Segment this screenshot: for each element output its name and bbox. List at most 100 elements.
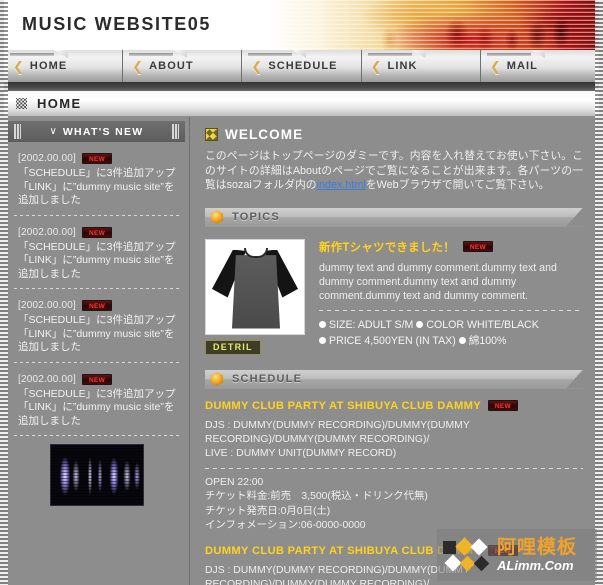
event-title: DUMMY CLUB PARTY AT SHIBUYA CLUB DAMMY: [205, 399, 481, 412]
chevron-left-icon: ❮: [13, 58, 24, 74]
hexagon-icon: [210, 372, 224, 386]
nav-item-mail[interactable]: ❮ MAIL: [480, 50, 600, 82]
tshirt-image: [205, 238, 305, 335]
checkered-square-icon: [205, 128, 218, 141]
topics-section-header: TOPICS: [205, 207, 583, 227]
schedule-section-header: SCHEDULE: [205, 369, 583, 389]
site-header: MUSIC WEBSITE05: [4, 0, 599, 50]
status-badge: [82, 300, 113, 312]
watermark-logo-icon: [441, 535, 493, 575]
header-banner-image: [269, 0, 599, 50]
divider: [205, 467, 583, 469]
list-item[interactable]: [2002.00.00] 「SCHEDULE」に3件追加アップ「LINK」に”d…: [8, 222, 185, 282]
left-dotted-rail: [0, 0, 8, 585]
main-content: WELCOME このページはトップページのダミーです。内容を入れ替えてお使い下さ…: [191, 117, 599, 585]
list-item[interactable]: [2002.00.00] 「SCHEDULE」に3件追加アップ「LINK」に”d…: [8, 148, 185, 208]
spec-item: COLOR WHITE/BLACK: [426, 318, 539, 331]
site-title: MUSIC WEBSITE05: [22, 14, 212, 34]
list-item[interactable]: [2002.00.00] 「SCHEDULE」に3件追加アップ「LINK」に”d…: [8, 369, 185, 429]
whats-new-header[interactable]: ∨ WHAT'S NEW: [8, 121, 185, 142]
nav-shadow-bar: [4, 82, 599, 91]
sidebar: ∨ WHAT'S NEW [2002.00.00] 「SCHEDULE」に3件追…: [4, 117, 190, 585]
news-text: 「SCHEDULE」に3件追加アップ「LINK」に”dummy music si…: [18, 167, 176, 206]
sidebar-image-wrap: [8, 444, 185, 511]
topics-headline: 新作Tシャツできました！: [319, 241, 455, 254]
spec-item: 綿100%: [468, 334, 507, 347]
welcome-text-after: をWebブラウザで開いてご覧下さい。: [365, 179, 550, 191]
nav-item-link[interactable]: ❮ LINK: [361, 50, 481, 82]
bullet-icon: [458, 336, 466, 344]
nav-item-about[interactable]: ❮ ABOUT: [123, 50, 243, 82]
topics-image-col: DETRIL: [205, 238, 305, 355]
chevron-left-icon: ❮: [370, 58, 382, 74]
grid-dots-icon: [16, 98, 27, 109]
chevron-down-icon: ∨: [49, 125, 57, 137]
topics-body-text: dummy text and dummy comment.dummy text …: [319, 261, 557, 302]
event-ticket-date: チケット発売日:0月0日(土): [205, 505, 331, 517]
watermark-en: ALimm.Com: [497, 557, 574, 573]
schedule-label: SCHEDULE: [232, 373, 303, 385]
event-lineup: DJS : DUMMY(DUMMY RECORDING)/DUMMY(DUMMY…: [205, 419, 583, 461]
event-info: OPEN 22:00 チケット料金:前売 3,500(税込・ドリンク代無) チケ…: [205, 476, 583, 534]
event-djs: DJS : DUMMY(DUMMY RECORDING)/DUMMY(DUMMY…: [205, 419, 470, 445]
welcome-title: WELCOME: [225, 127, 304, 142]
event-ticket-price: チケット料金:前売 3,500(税込・ドリンク代無): [205, 491, 428, 502]
spec-item: PRICE 4,500YEN (IN TAX): [329, 334, 456, 347]
page-root: MUSIC WEBSITE05 ❮ HOME ❮ ABOUT ❮ SCHEDUL…: [0, 0, 603, 585]
status-badge: [82, 226, 113, 239]
grip-right-icon: [172, 124, 179, 139]
welcome-heading: WELCOME: [205, 127, 583, 142]
divider: [14, 214, 179, 216]
news-text: 「SCHEDULE」に3件追加アップ「LINK」に”dummy music si…: [18, 387, 176, 427]
event-live: LIVE : DUMMY UNIT(DUMMY RECORD): [205, 447, 397, 459]
watermark-text: 阿哩模板 ALimm.Com: [497, 536, 578, 573]
bullet-icon: [319, 336, 326, 344]
schedule-event: DUMMY CLUB PARTY AT SHIBUYA CLUB DAMMY D…: [205, 400, 583, 534]
tshirt-body: [232, 255, 280, 329]
news-date: [2002.00.00]: [18, 153, 77, 164]
spec-item: SIZE: ADULT S/M: [329, 318, 414, 331]
divider: [14, 435, 179, 436]
event-open: OPEN 22:00: [205, 476, 264, 488]
watermark-cn: 阿哩模板: [497, 536, 578, 558]
news-text: 「SCHEDULE」に3件追加アップ「LINK」に”dummy music si…: [18, 314, 176, 353]
nav-label: ABOUT: [149, 60, 194, 72]
status-badge: [487, 400, 518, 412]
topics-headline-row: 新作Tシャツできました！: [319, 239, 583, 255]
news-date: [2002.00.00]: [18, 373, 77, 385]
news-date: [2002.00.00]: [18, 300, 77, 311]
welcome-text: このページはトップページのダミーです。内容を入れ替えてお使い下さい。このサイトの…: [205, 149, 583, 193]
whats-new-list: [2002.00.00] 「SCHEDULE」に3件追加アップ「LINK」に”d…: [8, 142, 185, 511]
news-meta: [2002.00.00]: [18, 300, 177, 312]
watermark: 阿哩模板 ALimm.Com: [437, 529, 597, 581]
nav-item-home[interactable]: ❮ HOME: [4, 50, 124, 82]
content-columns: ∨ WHAT'S NEW [2002.00.00] 「SCHEDULE」に3件追…: [4, 117, 599, 585]
page-title: HOME: [37, 96, 82, 111]
status-badge: [82, 373, 113, 386]
divider: [14, 288, 179, 289]
topics-body: DETRIL 新作Tシャツできました！ dummy text and dummy…: [205, 238, 583, 355]
nav-item-schedule[interactable]: ❮ SCHEDULE: [242, 50, 362, 82]
hexagon-icon: [210, 210, 224, 224]
chevron-left-icon: ❮: [132, 58, 144, 74]
status-badge: [462, 241, 493, 253]
news-meta: [2002.00.00]: [18, 153, 177, 165]
news-meta: [2002.00.00]: [18, 373, 177, 386]
bullet-icon: [416, 320, 424, 328]
status-badge: [82, 153, 113, 165]
sozai-index-link[interactable]: index.html: [317, 179, 366, 191]
right-dotted-rail: [595, 0, 603, 585]
chevron-left-icon: ❮: [251, 58, 263, 74]
detail-button[interactable]: DETRIL: [205, 339, 261, 355]
list-item[interactable]: [2002.00.00] 「SCHEDULE」に3件追加アップ「LINK」に”d…: [8, 295, 185, 355]
news-meta: [2002.00.00]: [18, 226, 177, 239]
divider: [14, 361, 179, 363]
scanline-overlay: [269, 0, 599, 50]
whats-new-label: WHAT'S NEW: [62, 125, 144, 138]
bullet-icon: [319, 320, 326, 328]
news-date: [2002.00.00]: [18, 226, 77, 238]
topics-specs: SIZE: ADULT S/M COLOR WHITE/BLACK PRICE …: [319, 317, 583, 349]
main-navigation: ❮ HOME ❮ ABOUT ❮ SCHEDULE ❮ LINK ❮ MAIL: [4, 50, 600, 82]
event-headline-row: DUMMY CLUB PARTY AT SHIBUYA CLUB DAMMY: [205, 400, 583, 412]
grip-left-icon: [14, 124, 21, 139]
